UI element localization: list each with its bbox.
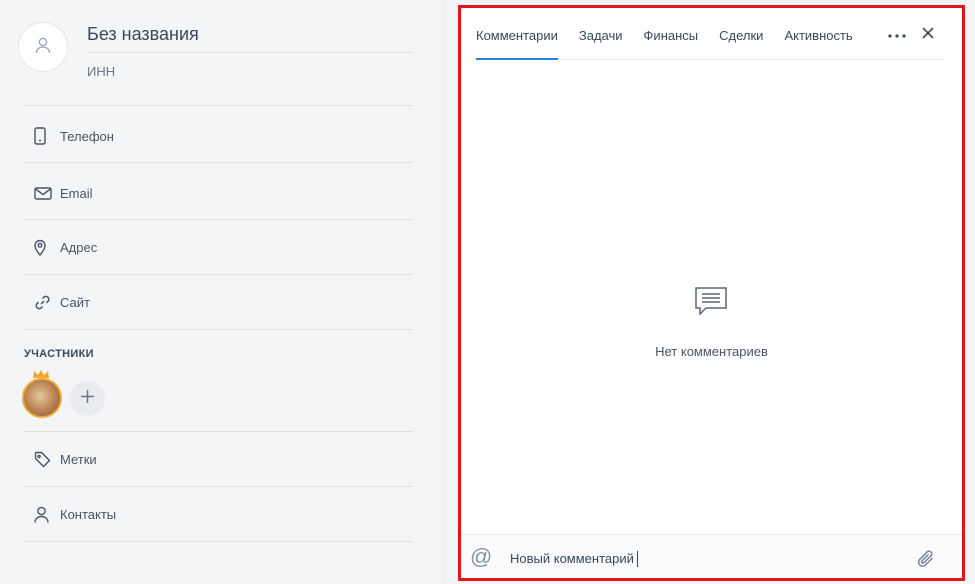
record-avatar[interactable] [18, 22, 68, 72]
field-tags[interactable]: Метки [24, 439, 413, 479]
divider [24, 431, 413, 432]
divider [24, 105, 413, 106]
field-website-label: Сайт [60, 294, 90, 310]
divider [24, 541, 413, 542]
phone-icon [24, 127, 60, 145]
field-email[interactable]: Email [24, 173, 413, 213]
link-icon [24, 294, 60, 311]
field-phone-label: Телефон [60, 128, 114, 144]
record-details-panel: Без названия ИНН Телефон Email Адрес Сай… [0, 0, 445, 584]
comment-composer: @ [460, 534, 963, 579]
location-pin-icon [24, 239, 60, 256]
field-tags-label: Метки [60, 451, 97, 467]
comment-input[interactable] [510, 546, 910, 570]
plus-icon [80, 389, 95, 409]
tab-finance[interactable]: Финансы [644, 28, 699, 59]
participants-heading: УЧАСТНИКИ [24, 348, 94, 360]
paperclip-icon[interactable] [916, 549, 936, 574]
participant-avatar[interactable] [22, 378, 62, 418]
tab-deals[interactable]: Сделки [719, 28, 763, 59]
divider [24, 329, 413, 330]
person-icon [24, 506, 60, 523]
tab-tasks[interactable]: Задачи [579, 28, 623, 59]
add-participant-button[interactable] [70, 381, 105, 416]
text-cursor [637, 551, 638, 567]
panel-tabs: Комментарии Задачи Финансы Сделки Активн… [476, 7, 945, 60]
tab-activity[interactable]: Активность [784, 28, 852, 59]
more-options-icon[interactable] [888, 25, 906, 43]
inn-field[interactable]: ИНН [87, 64, 115, 79]
field-contacts-label: Контакты [60, 506, 117, 522]
divider [24, 486, 413, 487]
comment-bubble-icon [694, 286, 728, 321]
divider [24, 162, 413, 163]
field-website[interactable]: Сайт [24, 282, 413, 322]
user-placeholder-icon [34, 36, 52, 59]
field-email-label: Email [60, 185, 93, 201]
divider [24, 219, 413, 220]
no-comments-message: Нет комментариев [655, 344, 768, 359]
field-contacts[interactable]: Контакты [24, 494, 413, 534]
close-icon[interactable] [922, 26, 934, 44]
divider [24, 274, 413, 275]
tag-icon [24, 451, 60, 468]
record-title[interactable]: Без названия [87, 23, 413, 53]
mail-icon [24, 186, 60, 200]
field-address-label: Адрес [60, 239, 98, 255]
activity-panel: Комментарии Задачи Финансы Сделки Активн… [460, 7, 963, 579]
tab-comments[interactable]: Комментарии [476, 28, 558, 60]
mention-icon[interactable]: @ [470, 546, 492, 568]
field-phone[interactable]: Телефон [24, 116, 413, 156]
field-address[interactable]: Адрес [24, 227, 413, 267]
